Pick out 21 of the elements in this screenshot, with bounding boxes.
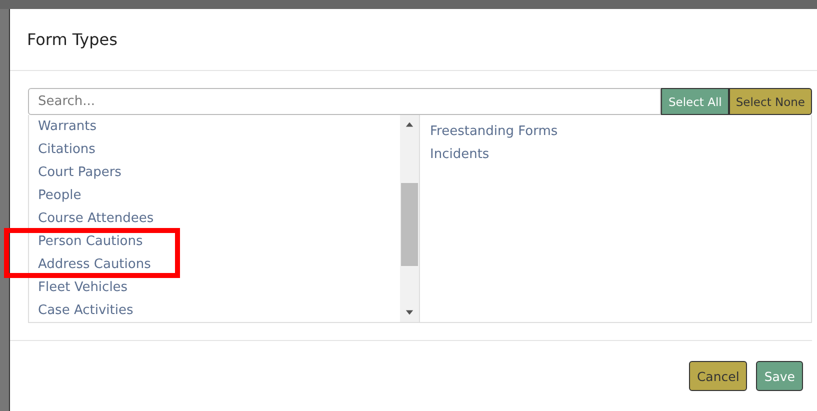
list-item[interactable]: Address Cautions xyxy=(38,253,400,276)
confirm-button[interactable]: Save xyxy=(756,361,803,391)
list-item[interactable]: Course Attendees xyxy=(38,207,400,230)
list-item[interactable]: Fleet Vehicles xyxy=(38,276,400,299)
list-item[interactable]: Warrants xyxy=(38,115,400,138)
scroll-up-icon[interactable] xyxy=(405,121,414,127)
secondary-button[interactable]: Cancel xyxy=(688,361,748,391)
list-item[interactable]: Court Papers xyxy=(38,161,400,184)
scrollbar[interactable] xyxy=(400,115,419,322)
list-item[interactable]: Citations xyxy=(38,138,400,161)
dialog-title: Form Types xyxy=(27,30,118,49)
scroll-down-icon[interactable] xyxy=(405,310,414,316)
list-item[interactable]: People xyxy=(38,184,400,207)
scrollbar-thumb[interactable] xyxy=(401,183,418,266)
list-item[interactable]: Incidents xyxy=(430,143,811,166)
list-item[interactable]: Person Cautions xyxy=(38,230,400,253)
search-field[interactable]: Search... xyxy=(28,88,662,115)
secondary-button[interactable]: Select None xyxy=(728,88,812,115)
list-item[interactable]: Freestanding Forms xyxy=(430,120,811,143)
list-item[interactable]: Case Activities xyxy=(38,299,400,322)
confirm-button[interactable]: Select All xyxy=(661,88,729,115)
